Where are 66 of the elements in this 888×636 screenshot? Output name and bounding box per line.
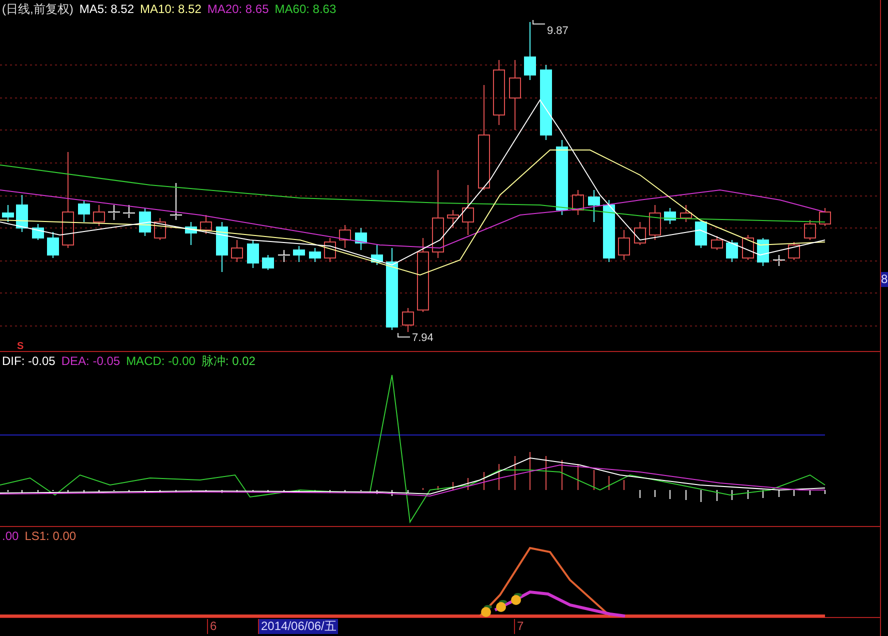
indicator-label: MA60: 8.63 <box>274 2 336 16</box>
candlestick <box>185 222 197 246</box>
price-label: 8 <box>881 272 888 287</box>
candlestick <box>680 204 692 222</box>
candlestick <box>139 208 151 236</box>
candlestick <box>2 204 14 222</box>
candlestick <box>122 204 136 218</box>
candlestick <box>804 220 816 240</box>
candlestick <box>757 238 769 266</box>
candlestick <box>108 204 120 220</box>
date-label: 6 <box>207 619 219 634</box>
candlestick <box>649 204 661 240</box>
indicator-label: DIF: -0.05 <box>2 354 56 368</box>
signal-marker: S <box>17 341 24 352</box>
candlestick <box>32 224 44 240</box>
candlestick <box>170 182 182 220</box>
fruit-icon <box>511 593 522 605</box>
candlestick <box>711 236 723 250</box>
fruit-icon <box>481 605 492 617</box>
indicator-label: MA10: 8.52 <box>140 2 202 16</box>
candlestick <box>216 222 228 272</box>
candlestick <box>618 230 630 260</box>
candlestick <box>509 60 521 130</box>
candlestick <box>819 208 831 226</box>
indicator-label: DEA: -0.05 <box>61 354 120 368</box>
candlestick <box>788 242 800 260</box>
fruit-icon <box>496 600 507 612</box>
candlestick <box>154 218 166 240</box>
indicator-label: MACD: -0.00 <box>126 354 196 368</box>
candlestick <box>588 190 600 222</box>
candlestick <box>447 210 459 228</box>
candlestick <box>339 224 351 248</box>
candlestick <box>634 222 646 246</box>
indicator-label: .00 <box>2 529 19 543</box>
candlestick <box>462 184 474 236</box>
candlestick <box>664 208 676 224</box>
candlestick <box>742 234 754 260</box>
indicator-label: MA5: 8.52 <box>79 2 134 16</box>
candlestick <box>695 220 707 248</box>
chart-title: (日线,前复权) <box>2 2 74 16</box>
candlestick <box>231 240 243 262</box>
candlestick <box>47 232 59 258</box>
candlestick <box>524 22 536 80</box>
indicator-label: LS1: 0.00 <box>24 529 76 543</box>
candlestick <box>93 204 105 226</box>
candlestick <box>355 228 367 250</box>
indicator-label: MA20: 8.65 <box>207 2 269 16</box>
candlestick <box>262 254 274 270</box>
candlestick <box>772 254 786 266</box>
candlestick <box>726 240 738 262</box>
candlestick <box>572 190 584 216</box>
candlestick <box>200 214 212 234</box>
candlestick <box>493 60 505 126</box>
candlestick <box>324 238 336 262</box>
candlestick <box>371 244 383 266</box>
candlestick <box>78 200 90 222</box>
candlestick <box>309 248 321 262</box>
candlestick <box>16 194 28 232</box>
date-label: 7 <box>514 619 526 634</box>
indicator-label: 脉冲: 0.02 <box>201 354 256 368</box>
candlestick <box>247 240 259 268</box>
candlestick <box>293 246 305 262</box>
date-label: 2014/06/06/五 <box>258 619 338 634</box>
candlestick <box>603 200 615 262</box>
candlestick <box>402 308 414 332</box>
candlestick <box>278 250 290 262</box>
